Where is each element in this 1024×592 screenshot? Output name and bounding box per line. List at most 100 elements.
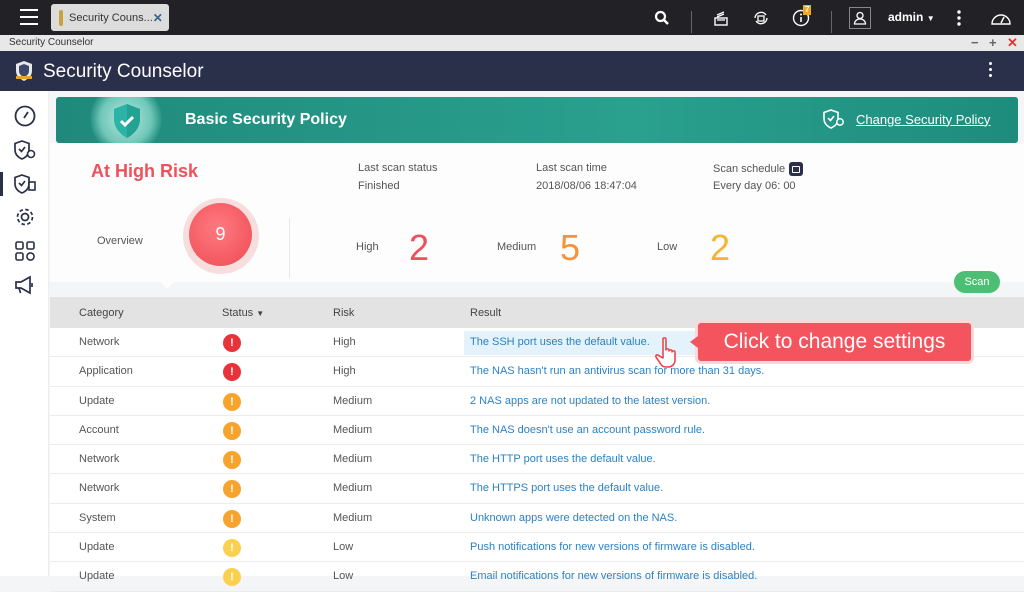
- sidebar-item-announcements[interactable]: [0, 270, 49, 300]
- status-warning-icon: !: [223, 392, 241, 411]
- user-avatar-icon[interactable]: [849, 7, 871, 29]
- shield-device-icon: [13, 174, 36, 194]
- sidebar-item-settings[interactable]: [0, 202, 49, 232]
- notification-icon[interactable]: 7: [790, 5, 812, 29]
- maximize-icon[interactable]: +: [989, 35, 997, 51]
- cell-result-link[interactable]: The HTTPS port uses the default value.: [470, 482, 663, 494]
- minimize-icon[interactable]: −: [971, 35, 979, 51]
- status-warning-icon: !: [223, 509, 241, 528]
- sort-desc-icon: ▼: [256, 309, 265, 318]
- last-scan-status-value: Finished: [358, 180, 400, 192]
- cell-category: Network: [79, 336, 120, 348]
- sidebar-item-security-policy[interactable]: [0, 135, 49, 165]
- table-row[interactable]: Update! Medium 2 NAS apps are not updated …: [50, 387, 1024, 416]
- cell-result-link[interactable]: Unknown apps were detected on the NAS.: [470, 512, 677, 524]
- status-warning-icon: !: [223, 451, 241, 470]
- cell-risk: Medium: [333, 423, 373, 436]
- tab-label: Security Couns...: [69, 11, 153, 24]
- username: admin: [888, 10, 924, 24]
- scan-schedule-label: Scan schedule: [713, 162, 804, 176]
- cell-risk: Medium: [333, 394, 373, 407]
- user-menu[interactable]: admin ▼: [888, 10, 935, 24]
- scan-schedule-value: Every day 06: 00: [713, 180, 796, 192]
- tab-close-icon[interactable]: ✕: [153, 11, 163, 25]
- more-options-icon[interactable]: [948, 7, 970, 29]
- header-risk[interactable]: Risk: [333, 307, 354, 319]
- table-row[interactable]: Account! Medium The NAS doesn't use an acc…: [50, 416, 1024, 446]
- table-row[interactable]: Update! Low Push notifications for new ver…: [50, 533, 1024, 563]
- cell-risk: Medium: [333, 511, 373, 524]
- calendar-icon[interactable]: [789, 162, 804, 176]
- medium-label: Medium: [497, 241, 537, 253]
- sidebar-item-security-checkup[interactable]: [0, 169, 49, 199]
- tooltip-callout: Click to change settings: [690, 323, 971, 361]
- cell-result-link[interactable]: 2 NAS apps are not updated to the latest…: [470, 395, 710, 407]
- window-titlebar: Security Counselor − + ✕: [0, 35, 1024, 51]
- background-tasks-icon[interactable]: [710, 7, 732, 29]
- sidebar-item-apps[interactable]: [0, 236, 49, 266]
- window-title: Security Counselor: [9, 37, 94, 48]
- cell-category: Network: [79, 453, 120, 466]
- desktop-topbar: Security Couns... ✕ 7 admin ▼: [0, 0, 1024, 35]
- cell-category: Account: [79, 423, 119, 436]
- table-row[interactable]: Application! High The NAS hasn't run an an…: [50, 357, 1024, 387]
- notification-badge: 7: [803, 5, 812, 15]
- close-window-icon[interactable]: ✕: [1007, 35, 1018, 51]
- external-device-icon[interactable]: [750, 7, 772, 29]
- dashboard-gauge-icon[interactable]: [989, 7, 1013, 29]
- search-icon[interactable]: [651, 7, 673, 29]
- status-warning-icon: !: [223, 568, 241, 587]
- table-row[interactable]: Network! Medium The HTTPS port uses the de…: [50, 474, 1024, 504]
- app-logo-icon: [16, 61, 32, 81]
- cell-result-link[interactable]: Push notifications for new versions of f…: [470, 541, 755, 553]
- change-security-policy-label: Change Security Policy: [856, 111, 991, 127]
- status-warning-icon: !: [223, 480, 241, 499]
- app-tab[interactable]: Security Couns... ✕: [51, 4, 169, 31]
- cell-result-link[interactable]: The SSH port uses the default value.: [470, 336, 650, 348]
- header-result[interactable]: Result: [470, 307, 501, 319]
- divider: [289, 218, 290, 278]
- policy-banner: Basic Security Policy Change Security Po…: [56, 97, 1018, 143]
- scan-button[interactable]: Scan: [954, 271, 1000, 293]
- change-security-policy-link[interactable]: Change Security Policy: [822, 109, 990, 129]
- main-menu-icon[interactable]: [20, 9, 38, 25]
- cell-result-link[interactable]: The HTTP port uses the default value.: [470, 453, 656, 465]
- divider: [831, 11, 832, 33]
- low-label: Low: [657, 241, 678, 253]
- security-counselor-icon: [59, 9, 63, 26]
- risk-status-title: At High Risk: [91, 161, 199, 181]
- scan-summary: At High Risk Last scan status Finished L…: [50, 143, 1024, 293]
- header-category[interactable]: Category: [79, 307, 124, 319]
- app-more-icon[interactable]: [985, 62, 995, 80]
- header-status[interactable]: Status ▼: [222, 307, 264, 319]
- table-row[interactable]: Network! Medium The HTTP port uses the def…: [50, 445, 1024, 475]
- last-scan-time-value: 2018/08/06 18:47:04: [536, 180, 637, 192]
- cell-result-link[interactable]: Email notifications for new versions of …: [470, 570, 757, 582]
- cell-result-link[interactable]: The NAS doesn't use an account password …: [470, 424, 705, 436]
- cell-category: System: [79, 511, 116, 524]
- low-count: 2: [710, 227, 731, 268]
- apps-grid-icon: [14, 241, 35, 261]
- cell-result-link[interactable]: The NAS hasn't run an antivirus scan for…: [470, 365, 764, 377]
- divider: [691, 11, 692, 33]
- cell-risk: Medium: [333, 482, 373, 495]
- gear-icon: [16, 208, 33, 226]
- cell-risk: Low: [333, 541, 354, 554]
- cell-category: Update: [79, 394, 115, 407]
- cell-category: Update: [79, 570, 115, 583]
- sidebar-item-dashboard[interactable]: [0, 101, 49, 131]
- cell-risk: Medium: [333, 453, 373, 466]
- cell-risk: Low: [333, 570, 354, 583]
- table-row[interactable]: Update! Low Email notifications for new ve…: [50, 562, 1024, 592]
- caret-down-icon: ▼: [926, 14, 935, 23]
- app-header: Security Counselor: [0, 51, 1024, 91]
- shield-gear-icon: [823, 109, 844, 129]
- cell-category: Update: [79, 541, 115, 554]
- table-body: Network! High The SSH port uses the defaul…: [50, 328, 1024, 592]
- high-label: High: [356, 241, 379, 253]
- last-scan-time-label: Last scan time: [536, 162, 607, 174]
- cell-risk: High: [333, 336, 356, 348]
- app-title: Security Counselor: [43, 61, 204, 82]
- table-row[interactable]: System! Medium Unknown apps were detected …: [50, 504, 1024, 534]
- status-warning-icon: !: [223, 421, 241, 440]
